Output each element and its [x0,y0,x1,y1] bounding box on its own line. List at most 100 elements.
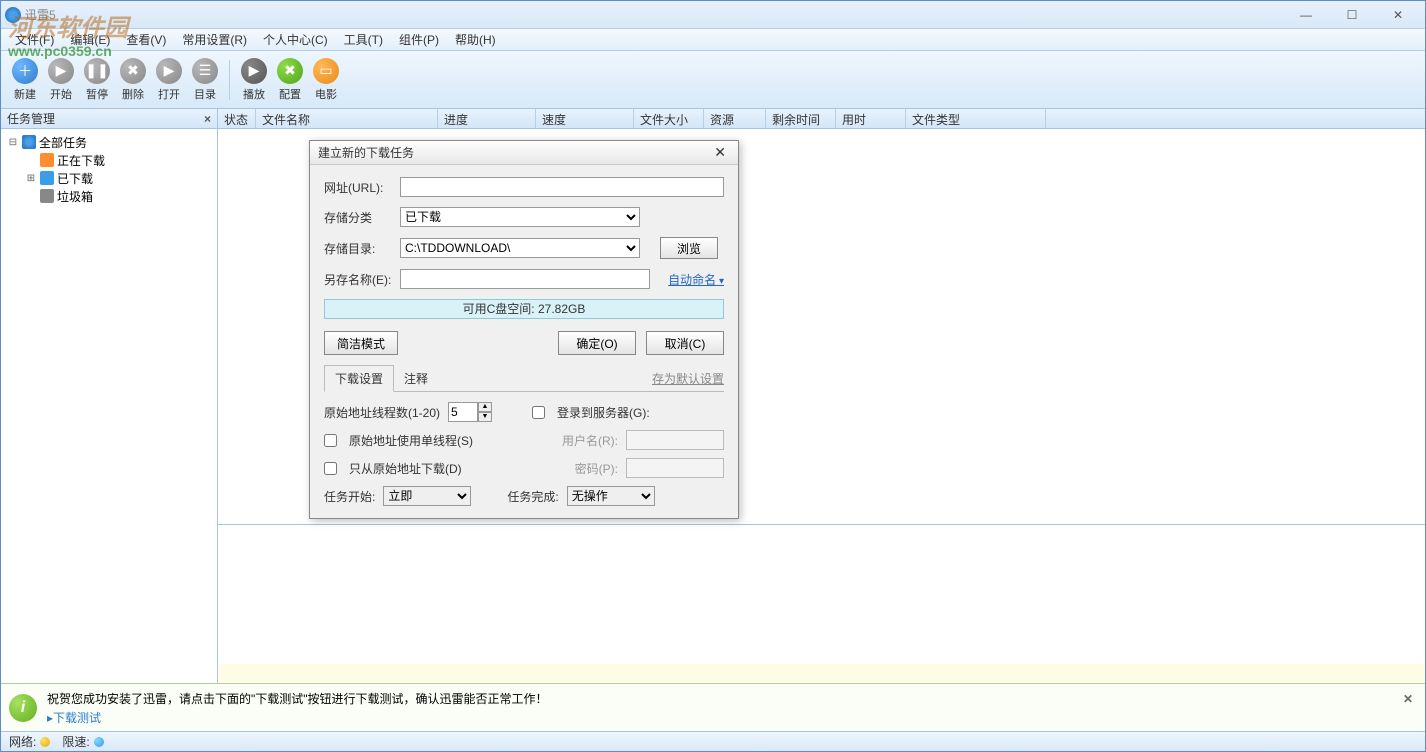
simple-mode-button[interactable]: 简洁模式 [324,331,398,355]
tree-root-all[interactable]: ⊟ 全部任务 [3,133,215,151]
collapse-icon[interactable]: ⊟ [7,137,19,148]
col-status[interactable]: 状态 [218,109,256,128]
play-icon: ▶ [48,58,74,84]
menubar: 文件(F) 编辑(E) 查看(V) 常用设置(R) 个人中心(C) 工具(T) … [1,29,1425,51]
titlebar: 迅雷5 — ☐ ✕ [1,1,1425,29]
task-tree: ⊟ 全部任务 正在下载 ⊞ 已下载 [1,129,217,683]
tool-new[interactable]: ＋新建 [7,58,43,102]
spin-up-icon[interactable]: ▲ [478,402,492,412]
col-progress[interactable]: 进度 [438,109,536,128]
new-task-dialog: 建立新的下载任务 ✕ 网址(URL): 存储分类 已下载 存储目录: C:\TD… [309,140,739,519]
filename-input[interactable] [400,269,650,289]
tree-node-downloaded[interactable]: ⊞ 已下载 [21,169,215,187]
downloading-icon [40,153,54,167]
login-label: 登录到服务器(G): [557,404,650,421]
open-icon: ▶ [156,58,182,84]
single-thread-checkbox[interactable] [324,434,337,447]
tool-movie[interactable]: ▭电影 [308,58,344,102]
tool-delete[interactable]: ✖删除 [115,58,151,102]
info-icon: i [9,694,37,722]
status-network[interactable]: 网络: [9,733,50,750]
login-checkbox[interactable] [532,406,545,419]
save-default-link[interactable]: 存为默认设置 [652,370,724,387]
dialog-close-button[interactable]: ✕ [710,144,730,161]
pause-icon: ❚❚ [84,58,110,84]
single-thread-label: 原始地址使用单线程(S) [349,432,473,449]
col-spacer [1046,109,1425,128]
menu-settings[interactable]: 常用设置(R) [174,29,255,50]
col-filetype[interactable]: 文件类型 [906,109,1046,128]
task-start-select[interactable]: 立即 [383,486,471,506]
expand-icon[interactable]: ⊞ [25,173,37,184]
dir-select[interactable]: C:\TDDOWNLOAD\ [400,238,640,258]
col-speed[interactable]: 速度 [536,109,634,128]
status-speed-limit[interactable]: 限速: [62,733,103,750]
menu-view[interactable]: 查看(V) [118,29,174,50]
gear-icon: ✖ [277,58,303,84]
category-label: 存储分类 [324,209,400,226]
info-close-button[interactable]: ✕ [1399,688,1417,710]
threads-label: 原始地址线程数(1-20) [324,404,440,421]
tool-start[interactable]: ▶开始 [43,58,79,102]
tree-node-trash[interactable]: 垃圾箱 [21,187,215,205]
username-input [626,430,724,450]
cancel-button[interactable]: 取消(C) [646,331,724,355]
col-remaining[interactable]: 剩余时间 [766,109,836,128]
menu-tools[interactable]: 工具(T) [336,29,391,50]
media-play-icon: ▶ [241,58,267,84]
menu-edit[interactable]: 编辑(E) [62,29,118,50]
threads-input[interactable] [448,402,478,422]
category-select[interactable]: 已下载 [400,207,640,227]
name-label: 另存名称(E): [324,271,400,288]
sidebar-header: 任务管理 × [1,109,217,129]
speed-limit-icon [94,737,104,747]
dialog-title: 建立新的下载任务 [318,144,710,161]
task-start-label: 任务开始: [324,488,375,505]
menu-components[interactable]: 组件(P) [391,29,447,50]
column-headers: 状态 文件名称 进度 速度 文件大小 资源 剩余时间 用时 文件类型 [218,109,1425,129]
info-bar: i 祝贺您成功安装了迅雷，请点击下面的"下载测试"按钮进行下载测试，确认迅雷能否… [1,683,1425,731]
network-status-icon [40,737,50,747]
task-done-label: 任务完成: [507,488,558,505]
auto-name-link[interactable]: 自动命名 [668,271,724,288]
menu-file[interactable]: 文件(F) [7,29,62,50]
username-label: 用户名(R): [562,432,618,449]
dialog-titlebar[interactable]: 建立新的下载任务 ✕ [310,141,738,165]
menu-help[interactable]: 帮助(H) [447,29,504,50]
col-size[interactable]: 文件大小 [634,109,704,128]
col-elapsed[interactable]: 用时 [836,109,906,128]
url-label: 网址(URL): [324,179,400,196]
downloaded-icon [40,171,54,185]
maximize-button[interactable]: ☐ [1329,3,1375,27]
tree-node-downloading[interactable]: 正在下载 [21,151,215,169]
only-orig-checkbox[interactable] [324,462,337,475]
tool-open[interactable]: ▶打开 [151,58,187,102]
task-done-select[interactable]: 无操作 [567,486,655,506]
col-filename[interactable]: 文件名称 [256,109,438,128]
tool-pause[interactable]: ❚❚暂停 [79,58,115,102]
thunder-icon [22,135,36,149]
tab-comment[interactable]: 注释 [394,366,438,391]
ok-button[interactable]: 确定(O) [558,331,636,355]
minimize-button[interactable]: — [1283,3,1329,27]
app-logo-icon [5,7,21,23]
sidebar-close-icon[interactable]: × [204,112,211,126]
download-test-link[interactable]: 下载测试 [53,711,101,725]
tool-config[interactable]: ✖配置 [272,58,308,102]
sidebar: 任务管理 × ⊟ 全部任务 正在下载 ⊞ [1,109,218,683]
disk-space-bar: 可用C盘空间: 27.82GB [324,299,724,319]
trash-icon [40,189,54,203]
movie-icon: ▭ [313,58,339,84]
close-button[interactable]: ✕ [1375,3,1421,27]
browse-button[interactable]: 浏览 [660,237,718,259]
menu-account[interactable]: 个人中心(C) [255,29,336,50]
window-title: 迅雷5 [25,6,1283,23]
toolbar-separator [229,60,230,100]
url-input[interactable] [400,177,724,197]
col-resource[interactable]: 资源 [704,109,766,128]
tab-download-settings[interactable]: 下载设置 [324,365,394,392]
tool-directory[interactable]: ☰目录 [187,58,223,102]
tool-play[interactable]: ▶播放 [236,58,272,102]
password-label: 密码(P): [575,460,618,477]
spin-down-icon[interactable]: ▼ [478,412,492,422]
